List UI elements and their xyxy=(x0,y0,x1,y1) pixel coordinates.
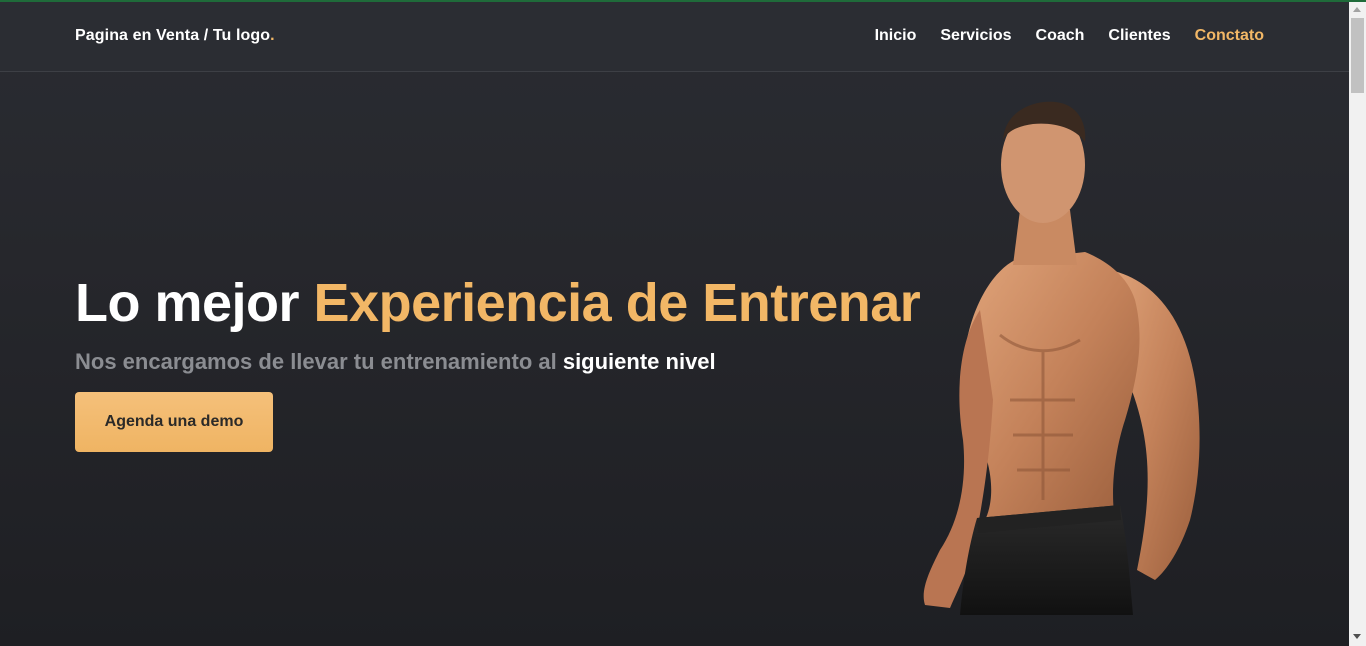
site-header: Pagina en Venta / Tu logo. Inicio Servic… xyxy=(0,2,1349,72)
athlete-image xyxy=(923,101,1200,615)
landing-page: Pagina en Venta / Tu logo. Inicio Servic… xyxy=(0,2,1349,646)
nav-item-clientes[interactable]: Clientes xyxy=(1108,27,1170,45)
nav-item-coach[interactable]: Coach xyxy=(1036,27,1085,45)
browser-viewport: Pagina en Venta / Tu logo. Inicio Servic… xyxy=(0,0,1366,646)
nav-item-servicios[interactable]: Servicios xyxy=(940,27,1011,45)
hero-subtitle: Nos encargamos de llevar tu entrenamient… xyxy=(75,349,716,375)
logo-text: Pagina en Venta / Tu logo xyxy=(75,27,271,44)
nav-item-contacto[interactable]: Conctato xyxy=(1195,27,1264,45)
schedule-demo-button[interactable]: Agenda una demo xyxy=(75,392,273,452)
hero-title: Lo mejor Experiencia de Entrenar xyxy=(75,272,921,334)
nav-item-inicio[interactable]: Inicio xyxy=(875,27,917,45)
hero-subtitle-strong: siguiente nivel xyxy=(562,349,716,374)
scroll-thumb[interactable] xyxy=(1351,18,1364,93)
hero-title-plain: Lo mejor xyxy=(75,273,314,333)
scroll-down-icon[interactable] xyxy=(1353,634,1361,639)
site-logo[interactable]: Pagina en Venta / Tu logo. xyxy=(75,27,275,45)
main-nav: Inicio Servicios Coach Clientes Conctato xyxy=(875,27,1264,45)
hero-title-accent: Experiencia de Entrenar xyxy=(313,273,921,333)
scroll-up-icon[interactable] xyxy=(1353,7,1361,12)
hero-subtitle-plain: Nos encargamos de llevar tu entrenamient… xyxy=(75,349,563,374)
logo-dot: . xyxy=(270,27,275,44)
vertical-scrollbar[interactable] xyxy=(1349,2,1366,646)
